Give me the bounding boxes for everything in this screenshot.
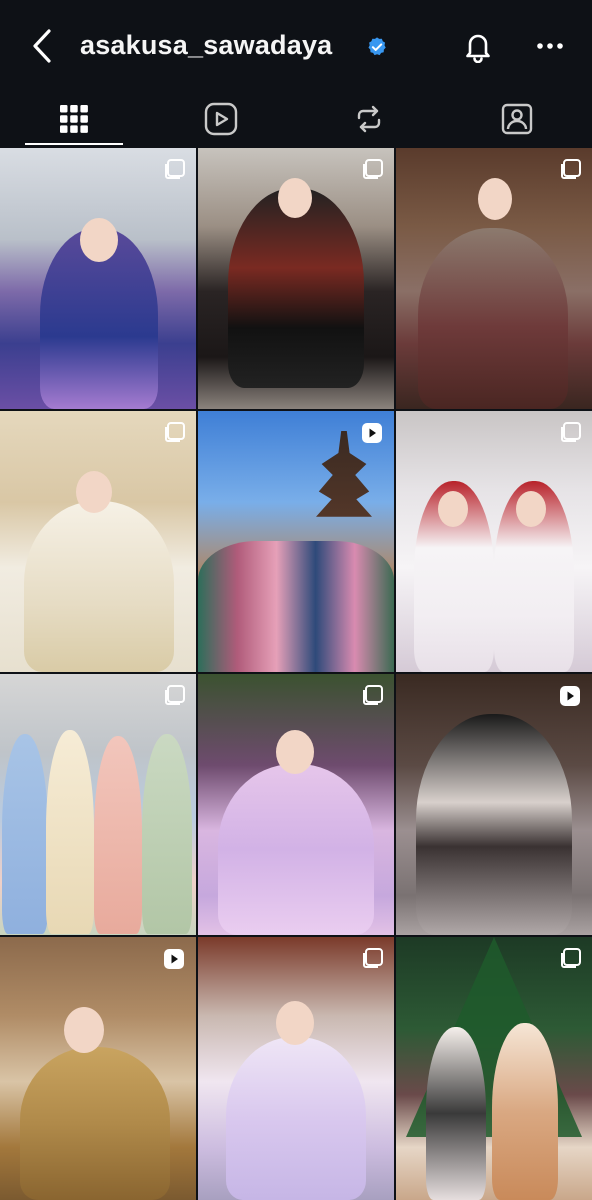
post-figure bbox=[142, 734, 192, 934]
tab-posts-grid[interactable] bbox=[25, 92, 123, 146]
tagged-icon bbox=[501, 103, 533, 135]
carousel-icon bbox=[561, 422, 581, 442]
chevron-left-icon bbox=[33, 29, 51, 63]
bell-icon bbox=[466, 34, 490, 63]
post-thumbnail[interactable] bbox=[396, 148, 592, 409]
post-face bbox=[80, 218, 118, 262]
post-figure bbox=[218, 764, 374, 935]
post-figure bbox=[492, 1023, 558, 1200]
post-face bbox=[278, 178, 312, 218]
post-thumbnail[interactable] bbox=[0, 674, 196, 935]
tab-tagged[interactable] bbox=[468, 92, 566, 146]
post-figure bbox=[226, 1037, 366, 1200]
post-figure bbox=[24, 501, 174, 672]
post-thumbnail[interactable] bbox=[198, 937, 394, 1200]
post-face bbox=[438, 491, 468, 527]
more-options-button[interactable] bbox=[528, 24, 572, 68]
post-figure bbox=[46, 730, 94, 934]
post-figure bbox=[416, 714, 572, 935]
reels-icon bbox=[204, 102, 238, 136]
post-figure bbox=[426, 1027, 486, 1200]
post-thumbnail[interactable] bbox=[396, 937, 592, 1200]
carousel-icon bbox=[561, 159, 581, 179]
notifications-button[interactable] bbox=[456, 24, 500, 68]
grid-icon bbox=[60, 105, 88, 133]
post-face bbox=[478, 178, 512, 220]
post-face bbox=[76, 471, 112, 513]
post-face bbox=[276, 730, 314, 774]
back-button[interactable] bbox=[24, 24, 60, 68]
reel-icon bbox=[560, 686, 580, 706]
reel-icon bbox=[164, 949, 184, 969]
reposts-icon bbox=[357, 105, 381, 133]
carousel-icon bbox=[363, 159, 383, 179]
carousel-icon bbox=[165, 685, 185, 705]
profile-username: asakusa_sawadaya bbox=[80, 30, 333, 60]
carousel-icon bbox=[561, 948, 581, 968]
post-thumbnail[interactable] bbox=[0, 411, 196, 672]
post-face bbox=[64, 1007, 104, 1053]
post-thumbnail[interactable] bbox=[396, 411, 592, 672]
post-thumbnail[interactable] bbox=[198, 411, 394, 672]
post-thumbnail[interactable] bbox=[396, 674, 592, 935]
post-thumbnail[interactable] bbox=[0, 148, 196, 409]
reel-icon bbox=[362, 423, 382, 443]
verified-badge-icon bbox=[368, 37, 386, 56]
post-thumbnail[interactable] bbox=[198, 148, 394, 409]
tab-reels[interactable] bbox=[172, 92, 270, 146]
tab-reposts[interactable] bbox=[320, 92, 418, 146]
post-figure bbox=[198, 541, 394, 672]
post-figure bbox=[94, 736, 142, 934]
post-figure bbox=[418, 228, 568, 409]
carousel-icon bbox=[363, 685, 383, 705]
post-thumbnail[interactable] bbox=[198, 674, 394, 935]
post-thumbnail[interactable] bbox=[0, 937, 196, 1200]
post-figure bbox=[228, 188, 364, 388]
post-face bbox=[516, 491, 546, 527]
carousel-icon bbox=[165, 422, 185, 442]
carousel-icon bbox=[363, 948, 383, 968]
more-horizontal-icon bbox=[537, 43, 563, 49]
carousel-icon bbox=[165, 159, 185, 179]
post-figure bbox=[2, 734, 48, 934]
profile-tabs bbox=[0, 92, 592, 146]
profile-header: asakusa_sawadaya bbox=[0, 0, 592, 92]
post-figure bbox=[20, 1047, 170, 1200]
post-face bbox=[276, 1001, 314, 1045]
